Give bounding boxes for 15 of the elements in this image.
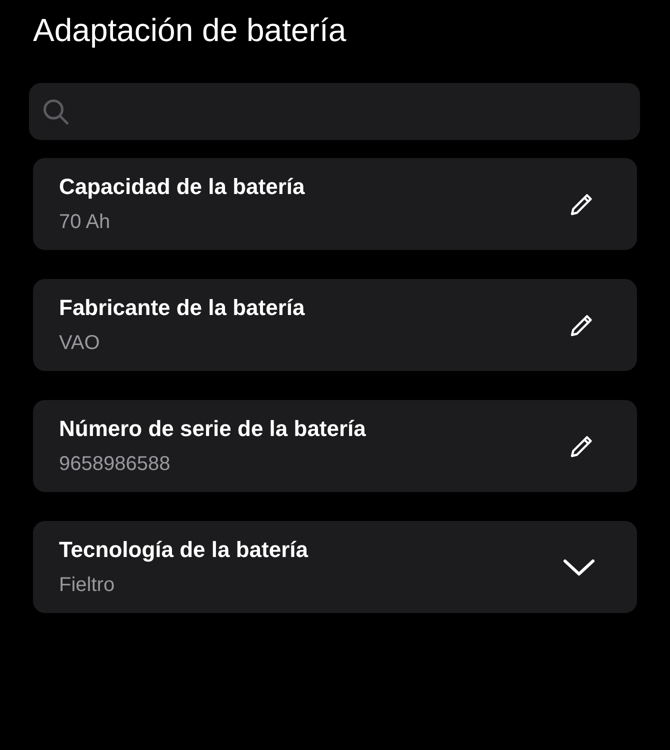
setting-card[interactable]: Número de serie de la batería 9658986588 — [33, 400, 637, 492]
page-title: Adaptación de batería — [33, 11, 348, 50]
setting-value: Fieltro — [59, 573, 116, 597]
search-icon — [41, 96, 71, 126]
setting-value: 70 Ah — [59, 210, 112, 234]
setting-label: Fabricante de la batería — [59, 295, 305, 321]
setting-label: Tecnología de la batería — [59, 537, 308, 563]
setting-card[interactable]: Tecnología de la batería Fieltro — [33, 521, 637, 613]
search-field[interactable] — [29, 83, 640, 140]
setting-value: VAO — [59, 331, 101, 355]
setting-card[interactable]: Fabricante de la batería VAO — [33, 279, 637, 371]
setting-value: 9658986588 — [59, 452, 172, 476]
setting-label: Capacidad de la batería — [59, 174, 305, 200]
setting-card[interactable]: Capacidad de la batería 70 Ah — [33, 158, 637, 250]
setting-label: Número de serie de la batería — [59, 416, 366, 442]
